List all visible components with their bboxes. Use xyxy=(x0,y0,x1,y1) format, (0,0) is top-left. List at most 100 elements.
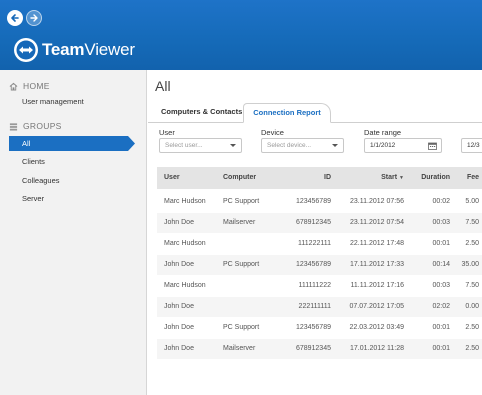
table-row[interactable]: John Doe PC Support 123456789 22.03.2012… xyxy=(157,318,482,338)
sidebar-item-all[interactable]: All xyxy=(9,136,135,151)
cell-start: 23.11.2012 07:56 xyxy=(350,198,404,205)
user-select-placeholder: Select user... xyxy=(165,142,203,149)
cell-computer: Mailserver xyxy=(223,219,256,226)
cell-computer: PC Support xyxy=(223,198,260,205)
home-section[interactable]: HOME xyxy=(9,81,50,91)
cell-fee: 35.00 xyxy=(461,261,479,268)
sidebar-item-server[interactable]: Server xyxy=(22,194,44,203)
table-row[interactable]: Marc Hudson 111222111 22.11.2012 17:48 0… xyxy=(157,234,482,254)
teamviewer-logo-icon xyxy=(14,38,38,62)
cell-fee: 2.50 xyxy=(465,324,479,331)
forward-button[interactable] xyxy=(26,10,42,26)
cell-start: 07.07.2012 17:05 xyxy=(349,303,405,310)
date-range-label: Date range xyxy=(364,128,402,137)
tab-connection-report[interactable]: Connection Report xyxy=(243,103,331,123)
teamviewer-logo: TeamViewer xyxy=(14,38,135,62)
user-select[interactable]: Select user... xyxy=(159,138,242,153)
groups-section: GROUPS xyxy=(9,121,62,131)
cell-id: 222111111 xyxy=(298,303,331,310)
cell-id: 123456789 xyxy=(295,261,331,268)
column-header-start[interactable]: Start ▼ xyxy=(334,174,404,181)
column-header-duration[interactable]: Duration xyxy=(408,174,450,181)
home-icon xyxy=(9,82,18,91)
page-title: All xyxy=(155,78,171,94)
cell-start: 17.01.2012 11:28 xyxy=(350,345,404,352)
cell-fee: 7.50 xyxy=(465,219,479,226)
date-to-value: 12/3 xyxy=(467,142,480,149)
cell-user: John Doe xyxy=(164,303,194,310)
cell-id: 123456789 xyxy=(295,324,331,331)
table-row[interactable]: John Doe Mailserver 678912345 23.11.2012… xyxy=(157,213,482,233)
cell-id: 678912345 xyxy=(295,219,331,226)
cell-id: 111222111 xyxy=(298,240,331,247)
date-from-input[interactable]: 1/1/2012 xyxy=(364,138,442,153)
cell-computer: PC Support xyxy=(223,324,260,331)
device-select-placeholder: Select device... xyxy=(267,142,312,149)
sidebar-item-colleagues[interactable]: Colleagues xyxy=(22,176,60,185)
cell-user: John Doe xyxy=(164,324,194,331)
cell-id: 123456789 xyxy=(295,198,331,205)
sort-desc-icon: ▼ xyxy=(399,175,404,181)
cell-duration: 00:14 xyxy=(432,261,450,268)
cell-fee: 2.50 xyxy=(465,345,479,352)
home-label: HOME xyxy=(23,81,50,91)
device-select[interactable]: Select device... xyxy=(261,138,344,153)
date-to-input[interactable]: 12/3 xyxy=(461,138,482,153)
cell-duration: 00:01 xyxy=(432,345,450,352)
cell-fee: 2.50 xyxy=(465,240,479,247)
table-row[interactable]: Marc Hudson PC Support 123456789 23.11.2… xyxy=(157,192,482,212)
cell-id: 678912345 xyxy=(295,345,331,352)
column-header-fee[interactable]: Fee xyxy=(453,174,479,181)
cell-fee: 7.50 xyxy=(465,282,479,289)
column-header-start-label: Start xyxy=(381,174,398,181)
cell-user: Marc Hudson xyxy=(164,198,206,205)
column-header-computer[interactable]: Computer xyxy=(223,174,256,181)
arrow-right-icon xyxy=(30,14,38,22)
tab-bar: Computers & Contacts Connection Report xyxy=(148,103,482,123)
sidebar-item-all-label: All xyxy=(22,139,31,148)
table-row[interactable]: John Doe PC Support 123456789 17.11.2012… xyxy=(157,255,482,275)
cell-duration: 00:03 xyxy=(432,282,450,289)
cell-computer: PC Support xyxy=(223,261,260,268)
table-row[interactable]: John Doe Mailserver 678912345 17.01.2012… xyxy=(157,339,482,359)
arrow-left-icon xyxy=(11,14,19,22)
table-row[interactable]: John Doe 222111111 07.07.2012 17:05 02:0… xyxy=(157,297,482,317)
sidebar: HOME User management GROUPS All Clients … xyxy=(0,70,147,395)
cell-duration: 00:02 xyxy=(432,198,450,205)
chevron-down-icon xyxy=(332,144,338,147)
cell-fee: 0.00 xyxy=(465,303,479,310)
cell-user: Marc Hudson xyxy=(164,282,206,289)
sidebar-item-clients[interactable]: Clients xyxy=(22,157,45,166)
table-row[interactable]: Marc Hudson 111111222 11.11.2012 17:16 0… xyxy=(157,276,482,296)
calendar-icon[interactable] xyxy=(428,142,437,150)
column-header-id[interactable]: ID xyxy=(284,174,331,181)
cell-start: 23.11.2012 07:54 xyxy=(350,219,404,226)
cell-start: 22.11.2012 17:48 xyxy=(350,240,404,247)
device-filter-label: Device xyxy=(261,128,284,137)
column-header-user[interactable]: User xyxy=(164,174,180,181)
cell-start: 22.03.2012 03:49 xyxy=(349,324,405,331)
table-header: User Computer ID Start ▼ Duration Fee xyxy=(157,167,482,189)
groups-label: GROUPS xyxy=(23,121,62,131)
groups-icon xyxy=(9,122,18,131)
user-filter-label: User xyxy=(159,128,175,137)
app-header: TeamViewer xyxy=(0,0,482,70)
sidebar-item-user-management[interactable]: User management xyxy=(22,97,84,106)
cell-start: 11.11.2012 17:16 xyxy=(350,282,404,289)
cell-duration: 00:01 xyxy=(432,240,450,247)
cell-duration: 00:03 xyxy=(432,219,450,226)
back-button[interactable] xyxy=(7,10,23,26)
cell-user: Marc Hudson xyxy=(164,240,206,247)
main-content: All Computers & Contacts Connection Repo… xyxy=(148,70,482,395)
cell-user: John Doe xyxy=(164,219,194,226)
cell-id: 111111222 xyxy=(298,282,331,289)
cell-computer: Mailserver xyxy=(223,345,256,352)
cell-fee: 5.00 xyxy=(465,198,479,205)
date-from-value: 1/1/2012 xyxy=(370,142,396,149)
cell-duration: 00:01 xyxy=(432,324,450,331)
cell-user: John Doe xyxy=(164,261,194,268)
tab-computers-contacts[interactable]: Computers & Contacts xyxy=(161,107,242,116)
chevron-down-icon xyxy=(230,144,236,147)
cell-user: John Doe xyxy=(164,345,194,352)
cell-duration: 02:02 xyxy=(432,303,450,310)
